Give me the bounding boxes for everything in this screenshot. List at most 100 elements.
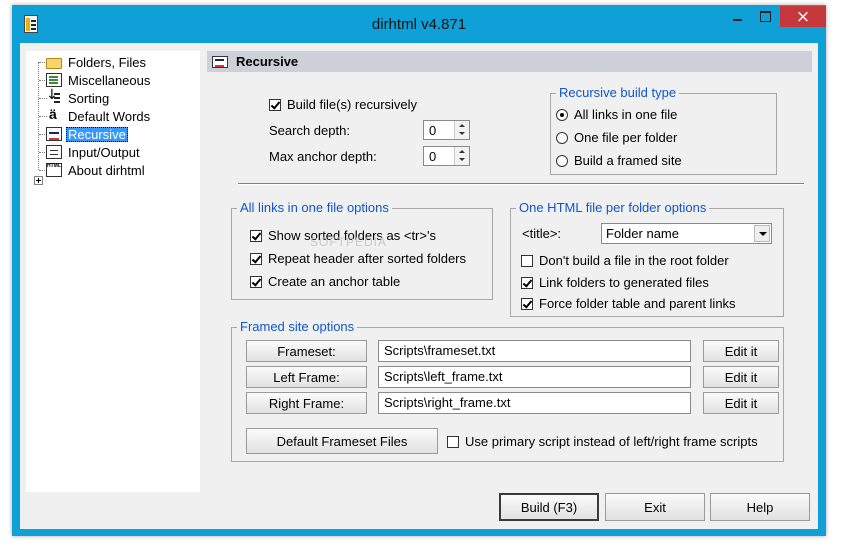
down-arrow-icon[interactable] bbox=[459, 158, 465, 161]
separator bbox=[238, 183, 804, 185]
sidebar-item-label: About dirhtml bbox=[68, 162, 145, 178]
title-label: <title>: bbox=[522, 226, 562, 241]
sidebar-item-about[interactable]: About dirhtml bbox=[46, 161, 147, 179]
panel-title: Recursive bbox=[236, 54, 299, 69]
minimize-button[interactable] bbox=[724, 6, 751, 27]
checkbox-label: Build file(s) recursively bbox=[287, 97, 418, 112]
left-frame-button[interactable]: Left Frame: bbox=[246, 366, 367, 388]
sidebar-item-label: Folders, Files bbox=[68, 54, 147, 70]
one-file-options-group: All links in one file options Show sorte… bbox=[231, 200, 493, 300]
right-frame-path-field[interactable]: Scripts\right_frame.txt bbox=[378, 392, 691, 414]
frameset-path-field[interactable]: Scripts\frameset.txt bbox=[378, 340, 691, 362]
radio-one-file-per-folder[interactable]: One file per folder bbox=[556, 130, 677, 145]
checkbox-label: Use primary script instead of left/right… bbox=[465, 434, 758, 449]
settings-tree[interactable]: Folders, Files Miscellaneous Sorting Def… bbox=[26, 51, 200, 492]
close-icon: × bbox=[795, 6, 811, 27]
watermark: SOFTPEDIA bbox=[310, 235, 388, 249]
group-legend: Recursive build type bbox=[556, 85, 680, 100]
radio-circle bbox=[556, 154, 568, 167]
window-title: dirhtml v4.871 bbox=[371, 16, 467, 33]
words-icon bbox=[46, 106, 62, 123]
sort-icon bbox=[46, 87, 62, 105]
recursive-icon bbox=[212, 55, 228, 68]
spinner-value: 0 bbox=[429, 123, 437, 138]
group-legend: All links in one file options bbox=[237, 200, 392, 215]
checkbox-label: Create an anchor table bbox=[268, 274, 401, 289]
radio-circle bbox=[556, 108, 568, 121]
radio-build-framed-site[interactable]: Build a framed site bbox=[556, 153, 682, 168]
checkbox-box bbox=[250, 252, 262, 265]
edit-right-frame-button[interactable]: Edit it bbox=[703, 392, 779, 414]
primary-script-checkbox[interactable]: Use primary script instead of left/right… bbox=[447, 434, 758, 449]
create-anchor-table-checkbox[interactable]: Create an anchor table bbox=[250, 274, 400, 289]
radio-all-links-one-file[interactable]: All links in one file bbox=[556, 107, 677, 122]
sidebar-item-default-words[interactable]: Default Words bbox=[46, 106, 152, 125]
recursive-icon bbox=[46, 127, 62, 141]
sidebar-item-label: Default Words bbox=[68, 108, 151, 124]
group-legend: One HTML file per folder options bbox=[516, 200, 710, 215]
group-legend: Framed site options bbox=[237, 319, 358, 334]
sidebar-item-recursive[interactable]: Recursive bbox=[46, 125, 128, 143]
spinner-arrows[interactable] bbox=[454, 147, 469, 165]
up-arrow-icon[interactable] bbox=[459, 124, 465, 127]
per-folder-options-group: One HTML file per folder options <title>… bbox=[510, 200, 784, 317]
build-button[interactable]: Build (F3) bbox=[499, 493, 599, 521]
sidebar-item-label: Sorting bbox=[68, 90, 110, 106]
repeat-header-checkbox[interactable]: Repeat header after sorted folders bbox=[250, 251, 466, 266]
select-value: Folder name bbox=[606, 226, 679, 241]
force-folder-table-checkbox[interactable]: Force folder table and parent links bbox=[521, 296, 736, 311]
sidebar-item-folders-files[interactable]: Folders, Files bbox=[46, 53, 148, 71]
expand-icon[interactable] bbox=[34, 176, 43, 185]
folder-icon bbox=[46, 57, 62, 69]
radio-circle bbox=[556, 131, 568, 144]
client-area: Folders, Files Miscellaneous Sorting Def… bbox=[20, 43, 818, 529]
app-window: dirhtml v4.871 × Folders, Files Miscella… bbox=[12, 5, 826, 536]
radio-label: All links in one file bbox=[574, 107, 678, 122]
sidebar-item-sorting[interactable]: Sorting bbox=[46, 87, 111, 107]
edit-left-frame-button[interactable]: Edit it bbox=[703, 366, 779, 388]
edit-frameset-button[interactable]: Edit it bbox=[703, 340, 779, 362]
search-depth-label: Search depth: bbox=[269, 123, 350, 138]
build-type-group: Recursive build type All links in one fi… bbox=[550, 85, 777, 175]
html-icon bbox=[46, 163, 62, 177]
default-frameset-button[interactable]: Default Frameset Files bbox=[246, 428, 438, 454]
chevron-down-icon[interactable] bbox=[754, 225, 770, 242]
checkbox-box bbox=[447, 435, 459, 448]
title-select[interactable]: Folder name bbox=[601, 223, 772, 244]
checkbox-box bbox=[521, 254, 533, 267]
checkbox-box bbox=[250, 275, 262, 288]
left-frame-path-field[interactable]: Scripts\left_frame.txt bbox=[378, 366, 691, 388]
checkbox-box bbox=[269, 98, 281, 111]
frameset-button[interactable]: Frameset: bbox=[246, 340, 367, 362]
exit-button[interactable]: Exit bbox=[605, 493, 705, 521]
build-recursively-checkbox[interactable]: Build file(s) recursively bbox=[269, 97, 417, 112]
title-bar[interactable]: dirhtml v4.871 × bbox=[12, 5, 826, 43]
io-icon bbox=[46, 145, 62, 159]
sidebar-item-label: Miscellaneous bbox=[68, 72, 151, 88]
link-folders-checkbox[interactable]: Link folders to generated files bbox=[521, 275, 709, 290]
list-icon bbox=[46, 73, 62, 87]
sidebar-item-label: Input/Output bbox=[68, 144, 140, 160]
max-anchor-depth-spinner[interactable]: 0 bbox=[423, 146, 470, 166]
checkbox-box bbox=[521, 276, 533, 289]
help-button[interactable]: Help bbox=[710, 493, 810, 521]
radio-label: Build a framed site bbox=[574, 153, 682, 168]
sidebar-item-miscellaneous[interactable]: Miscellaneous bbox=[46, 71, 152, 89]
close-button[interactable]: × bbox=[780, 6, 826, 27]
spinner-arrows[interactable] bbox=[454, 121, 469, 139]
checkbox-box bbox=[521, 297, 533, 310]
checkbox-label: Don't build a file in the root folder bbox=[539, 253, 729, 268]
checkbox-label: Force folder table and parent links bbox=[539, 296, 736, 311]
up-arrow-icon[interactable] bbox=[459, 150, 465, 153]
panel-header: Recursive bbox=[207, 51, 812, 72]
sidebar-item-label: Recursive bbox=[66, 126, 128, 142]
search-depth-spinner[interactable]: 0 bbox=[423, 120, 470, 140]
sidebar-item-input-output[interactable]: Input/Output bbox=[46, 143, 142, 161]
maximize-button[interactable] bbox=[752, 6, 779, 27]
spinner-value: 0 bbox=[429, 149, 437, 164]
no-root-file-checkbox[interactable]: Don't build a file in the root folder bbox=[521, 253, 729, 268]
radio-label: One file per folder bbox=[574, 130, 678, 145]
right-frame-button[interactable]: Right Frame: bbox=[246, 392, 367, 414]
checkbox-label: Link folders to generated files bbox=[539, 275, 709, 290]
down-arrow-icon[interactable] bbox=[459, 132, 465, 135]
